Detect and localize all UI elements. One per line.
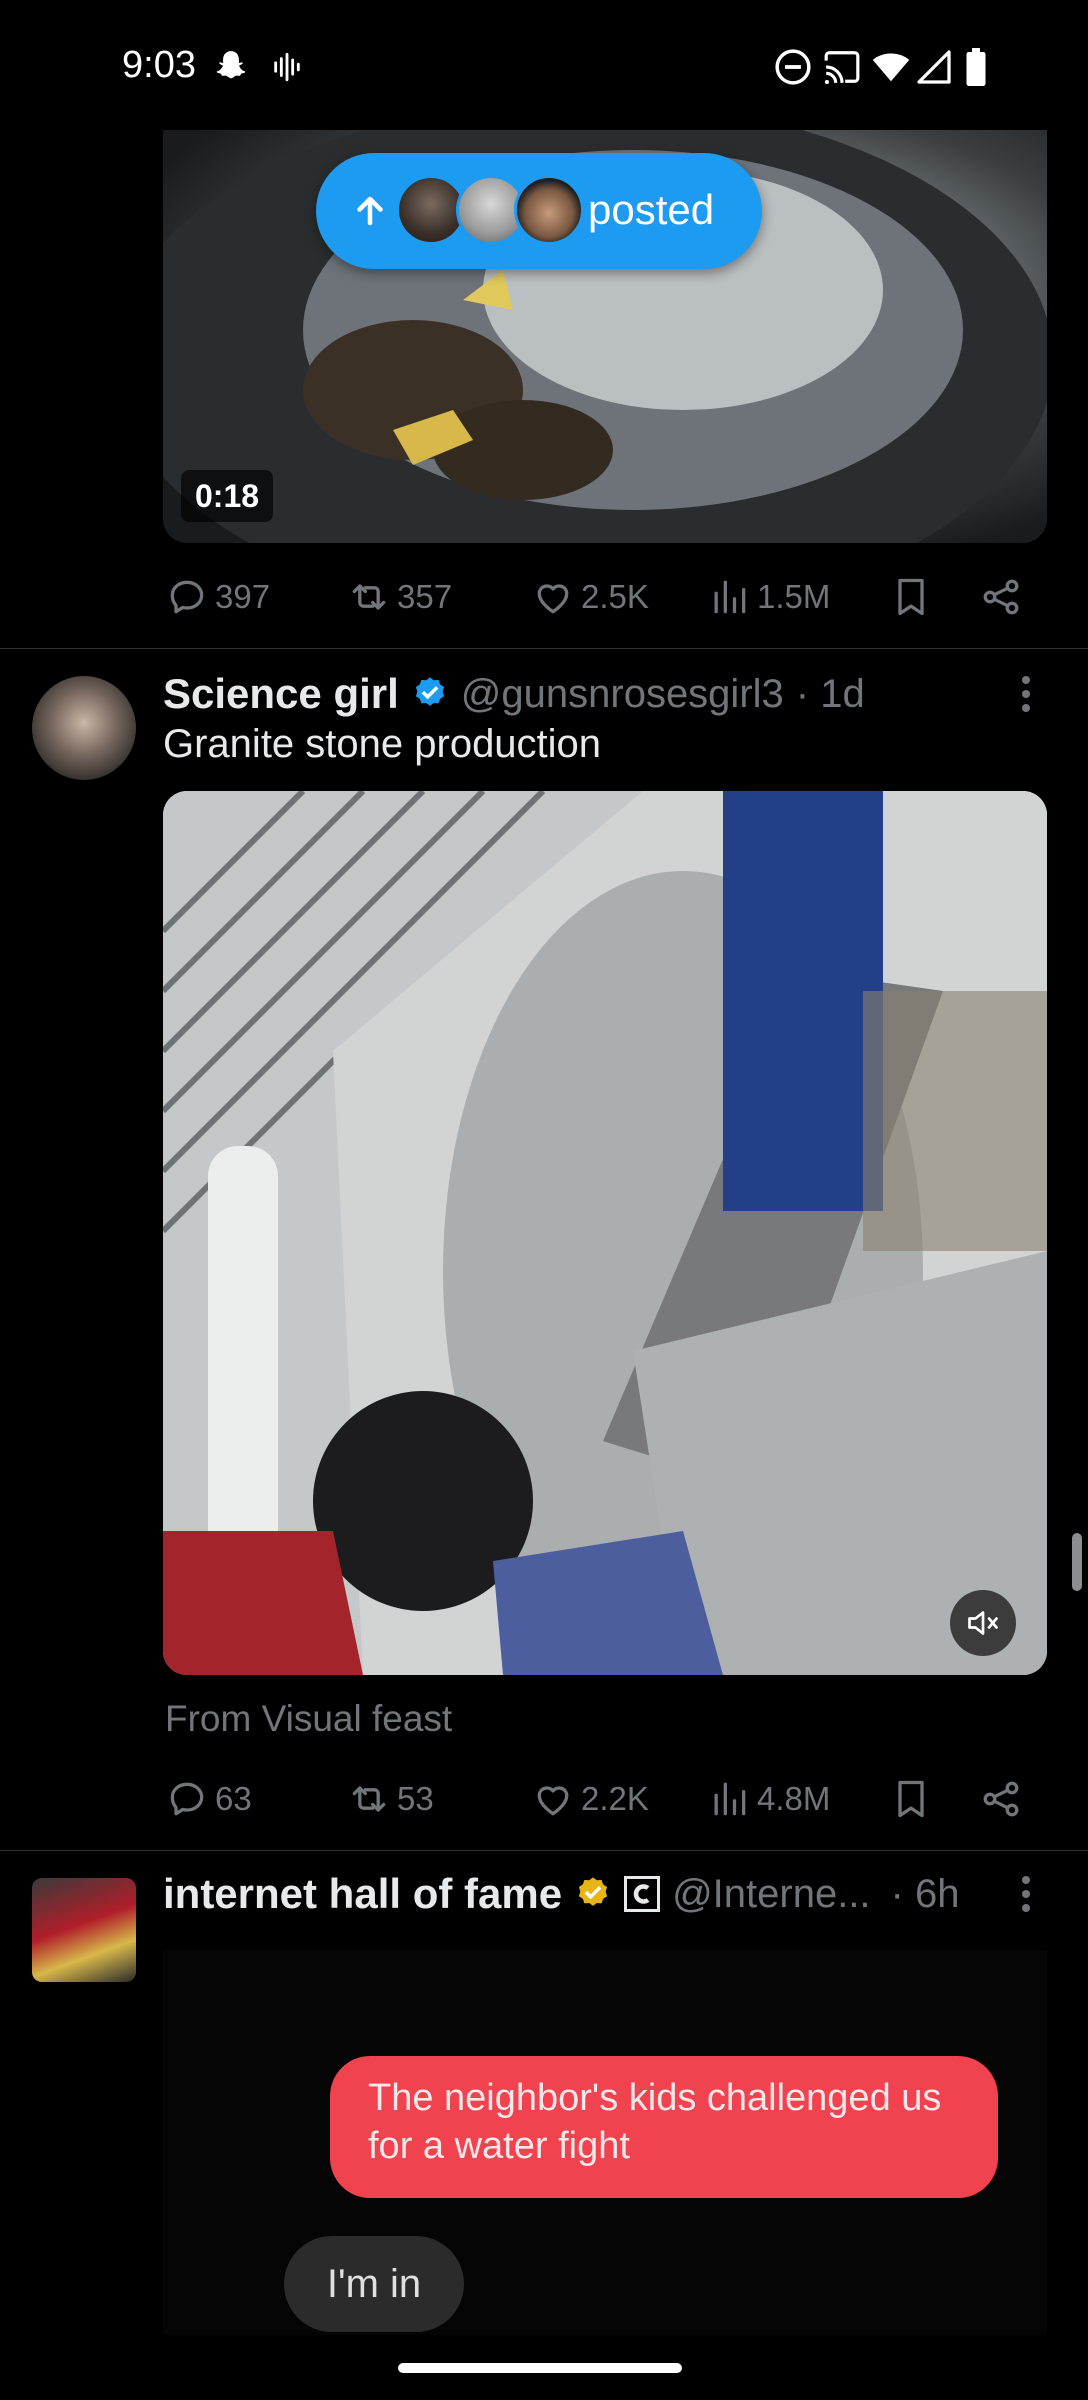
snapchat-icon [216,51,246,79]
tweet-text: Granite stone production [163,722,602,766]
repost-count: 53 [397,1780,434,1817]
views-button[interactable]: 4.8M [707,1769,830,1829]
divider [0,1850,1088,1851]
affiliate-logo-icon [624,1876,661,1912]
handle[interactable]: @Interne... [672,1872,870,1917]
battery-icon [966,48,986,86]
share-button[interactable] [979,1769,1023,1829]
source-attribution[interactable]: From Visual feast [165,1698,452,1740]
repost-icon [352,1786,386,1812]
tweet2-actions: 63 53 2.2K 4.8M [163,1769,1033,1829]
avatar-science-girl[interactable] [32,676,136,780]
tweet2-header: Science girl @gunsnrosesgirl3 · 1d [163,666,865,722]
bookmark-icon [898,578,924,616]
verified-badge-icon [415,677,444,706]
chat-bubble-gray: I'm in [284,2236,464,2332]
status-time: 9:03 [122,44,196,86]
more-options-icon[interactable] [1010,1870,1042,1918]
bookmark-button[interactable] [889,1769,933,1829]
wifi-icon [872,53,910,82]
new-posts-pill[interactable]: posted [316,153,762,269]
tweet1-actions: 397 357 2.5K 1.5M [163,567,1033,627]
reply-count: 63 [215,1780,252,1817]
repost-count: 357 [397,578,453,615]
avatar [514,175,584,245]
tweet2-video[interactable] [163,791,1047,1675]
mute-button[interactable] [950,1590,1016,1656]
views-count: 4.8M [757,1780,831,1817]
reply-button[interactable]: 63 [165,1769,252,1829]
video-duration-badge: 0:18 [181,470,274,522]
scrollbar-thumb[interactable] [1072,1533,1082,1591]
handle[interactable]: @gunsnrosesgirl3 [461,672,784,717]
cast-icon [824,51,860,85]
like-count: 2.2K [581,1780,649,1817]
views-button[interactable]: 1.5M [707,567,830,627]
reply-icon [170,580,204,614]
reply-button[interactable]: 397 [165,567,270,627]
speaker-muted-icon [968,1611,998,1635]
views-chart-icon [714,580,746,614]
heart-icon [537,584,569,614]
home-indicator[interactable] [398,2363,682,2373]
reply-count: 397 [215,578,271,615]
bookmark-icon [898,1780,924,1818]
status-bar: 9:03 [0,0,1088,130]
tweet3-header: internet hall of fame @Interne... · 6h [163,1866,959,1922]
heart-icon [537,1786,569,1816]
chat-bubble-red: The neighbor's kids challenged us for a … [330,2056,998,2198]
more-options-icon[interactable] [1010,670,1042,718]
views-chart-icon [714,1782,746,1816]
signal-icon [917,50,951,84]
post-time: · 1d [795,671,865,716]
posted-label: posted [588,186,715,233]
repost-button[interactable]: 357 [347,567,452,627]
share-icon [983,579,1019,615]
share-icon [983,1781,1019,1817]
views-count: 1.5M [757,578,831,615]
repost-button[interactable]: 53 [347,1769,434,1829]
like-button[interactable]: 2.2K [531,1769,649,1829]
divider [0,648,1088,649]
display-name[interactable]: Science girl [163,670,399,718]
arrow-up-icon [357,196,383,226]
repost-icon [352,584,386,610]
reply-icon [170,1782,204,1816]
avatar-internet-hall-of-fame[interactable] [32,1878,136,1982]
post-time: · 6h [890,1871,960,1916]
like-count: 2.5K [581,578,649,615]
share-button[interactable] [979,567,1023,627]
display-name[interactable]: internet hall of fame [163,1870,562,1918]
like-button[interactable]: 2.5K [531,567,649,627]
audio-wave-icon [274,52,300,82]
gold-verified-badge-icon [578,1877,608,1906]
video-frame-image [163,791,1047,1675]
bookmark-button[interactable] [889,567,933,627]
dnd-icon [775,49,811,85]
